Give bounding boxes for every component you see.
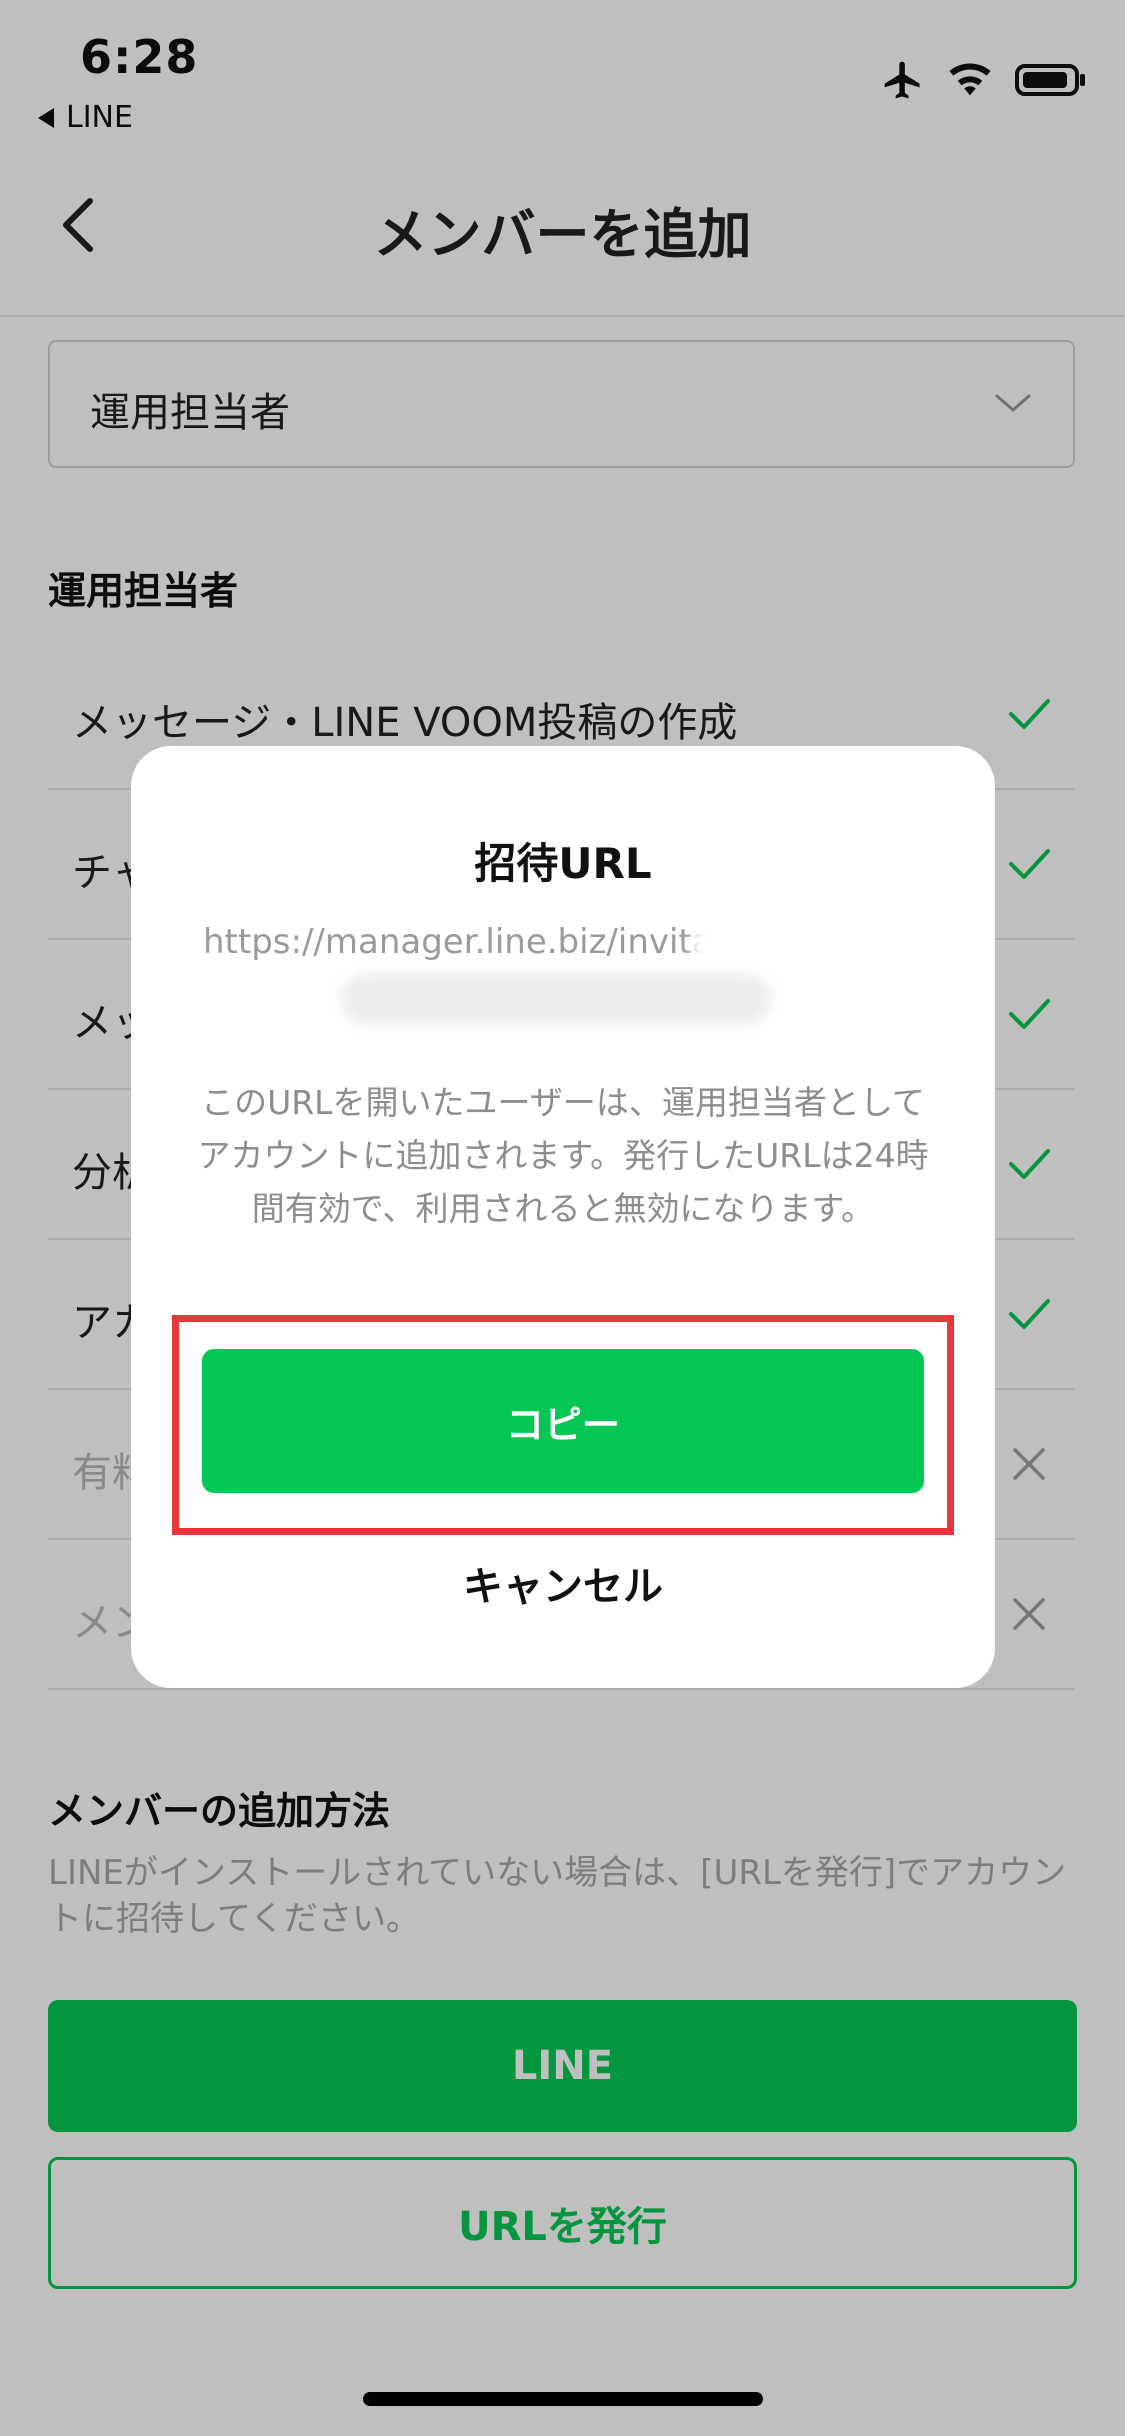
url-redaction xyxy=(341,974,771,1024)
copy-button[interactable]: コピー xyxy=(202,1349,924,1493)
invite-url-dialog: 招待URL https://manager.line.biz/invitatio… xyxy=(131,746,995,1688)
dialog-description: このURLを開いたユーザーは、運用担当者としてアカウントに追加されます。発行した… xyxy=(197,1083,929,1228)
dialog-title: 招待URL xyxy=(474,839,652,888)
home-indicator[interactable] xyxy=(363,2392,763,2406)
url-redaction xyxy=(691,916,931,976)
cancel-button[interactable]: キャンセル xyxy=(131,1554,995,1612)
